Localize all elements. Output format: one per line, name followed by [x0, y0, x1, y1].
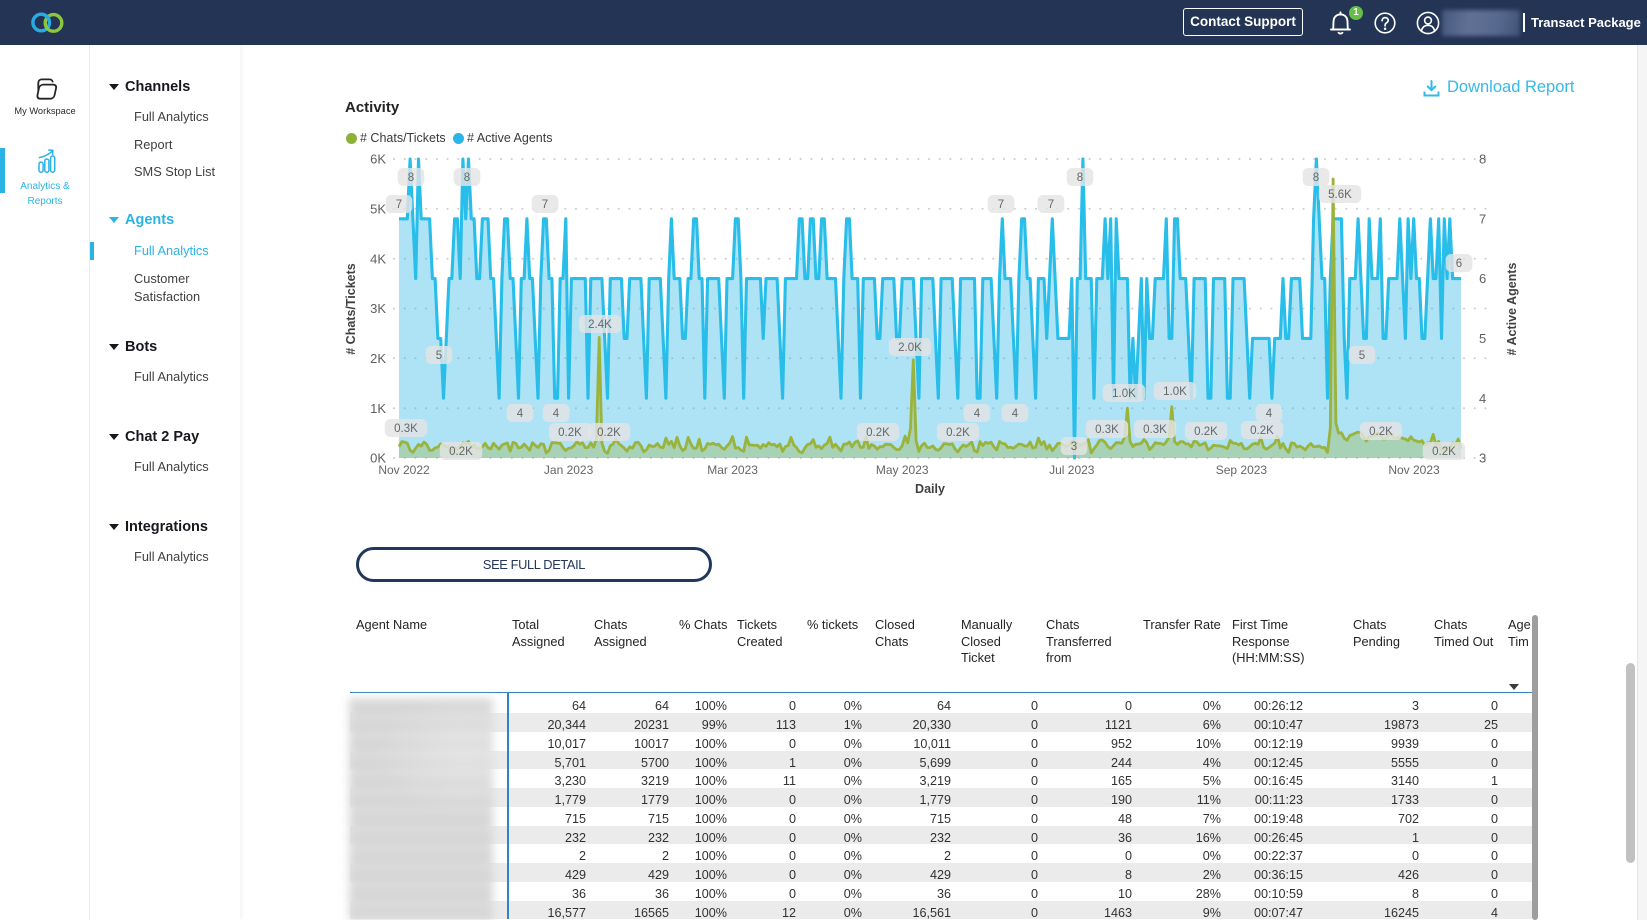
svg-text:8: 8: [1479, 152, 1486, 167]
svg-text:8: 8: [408, 172, 414, 184]
svg-text:8: 8: [1077, 172, 1083, 184]
svg-text:4: 4: [517, 408, 524, 420]
svg-text:Nov 2022: Nov 2022: [378, 463, 430, 477]
svg-text:3K: 3K: [370, 301, 386, 316]
svg-text:0.2K: 0.2K: [1369, 426, 1393, 438]
svg-text:# Active Agents: # Active Agents: [1505, 263, 1519, 356]
svg-text:7: 7: [396, 199, 402, 211]
svg-text:6K: 6K: [370, 152, 386, 167]
svg-text:# Chats/Tickets: # Chats/Tickets: [344, 263, 358, 355]
svg-text:4: 4: [1266, 408, 1273, 420]
svg-text:6: 6: [1479, 271, 1486, 286]
svg-text:7: 7: [998, 199, 1004, 211]
svg-text:2.4K: 2.4K: [588, 319, 612, 331]
svg-text:6: 6: [1456, 258, 1462, 270]
svg-text:1.0K: 1.0K: [1112, 388, 1136, 400]
svg-text:0.3K: 0.3K: [1095, 424, 1119, 436]
svg-text:0.2K: 0.2K: [946, 427, 970, 439]
svg-text:5: 5: [1359, 350, 1365, 362]
svg-text:4: 4: [974, 408, 981, 420]
svg-text:3: 3: [1071, 441, 1077, 453]
svg-text:1.0K: 1.0K: [1163, 386, 1187, 398]
svg-text:0.2K: 0.2K: [1250, 425, 1274, 437]
svg-text:1K: 1K: [370, 401, 386, 416]
svg-text:7: 7: [1479, 211, 1486, 226]
svg-text:0.2K: 0.2K: [449, 446, 473, 458]
svg-text:Daily: Daily: [915, 482, 945, 496]
svg-text:5.6K: 5.6K: [1328, 189, 1352, 201]
svg-text:4: 4: [1479, 391, 1486, 406]
svg-text:8: 8: [464, 172, 470, 184]
svg-text:4K: 4K: [370, 251, 386, 266]
svg-text:5K: 5K: [370, 201, 386, 216]
svg-text:4: 4: [553, 408, 560, 420]
svg-text:7: 7: [1048, 199, 1054, 211]
svg-text:5: 5: [1479, 331, 1486, 346]
svg-text:0.3K: 0.3K: [394, 423, 418, 435]
svg-text:4: 4: [1012, 408, 1019, 420]
svg-text:0.2K: 0.2K: [866, 427, 890, 439]
svg-text:2.0K: 2.0K: [898, 342, 922, 354]
svg-text:3: 3: [1479, 451, 1486, 466]
svg-text:Jan 2023: Jan 2023: [544, 463, 594, 477]
svg-text:0.2K: 0.2K: [1194, 426, 1218, 438]
svg-text:0.3K: 0.3K: [1143, 424, 1167, 436]
svg-text:May 2023: May 2023: [876, 463, 929, 477]
svg-text:2K: 2K: [370, 351, 386, 366]
svg-text:Jul 2023: Jul 2023: [1049, 463, 1095, 477]
svg-text:8: 8: [1313, 172, 1319, 184]
svg-text:0.2K: 0.2K: [558, 427, 582, 439]
svg-text:0.2K: 0.2K: [1432, 446, 1456, 458]
svg-text:0.2K: 0.2K: [597, 427, 621, 439]
svg-text:7: 7: [542, 199, 548, 211]
svg-text:Sep 2023: Sep 2023: [1216, 463, 1268, 477]
svg-text:5: 5: [436, 350, 442, 362]
svg-text:Mar 2023: Mar 2023: [707, 463, 758, 477]
svg-text:Nov 2023: Nov 2023: [1388, 463, 1440, 477]
